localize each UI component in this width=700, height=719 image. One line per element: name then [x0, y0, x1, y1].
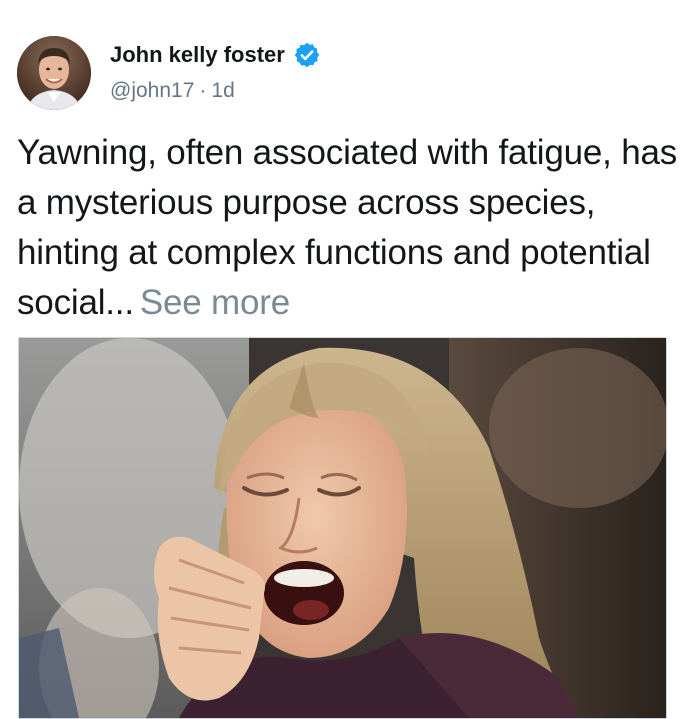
see-more-link[interactable]: See more [140, 283, 290, 322]
tweet-body: Yawning, often associated with fatigue, … [17, 128, 687, 328]
tweet-meta: @john17 · 1d [110, 79, 235, 103]
avatar[interactable] [17, 36, 91, 110]
avatar-image [17, 36, 91, 110]
tweet-header: John kelly foster @john17 · 1d [17, 36, 677, 112]
author-handle[interactable]: @john17 [110, 79, 194, 102]
tweet-text: Yawning, often associated with fatigue, … [17, 133, 678, 322]
author-row: John kelly foster [110, 41, 321, 69]
author-name[interactable]: John kelly foster [110, 42, 285, 68]
verified-badge-icon [293, 41, 321, 69]
meta-separator: · [199, 79, 207, 102]
tweet-media[interactable] [18, 337, 667, 719]
tweet-time[interactable]: 1d [211, 79, 234, 102]
photo-woman-yawning-icon [19, 338, 666, 718]
